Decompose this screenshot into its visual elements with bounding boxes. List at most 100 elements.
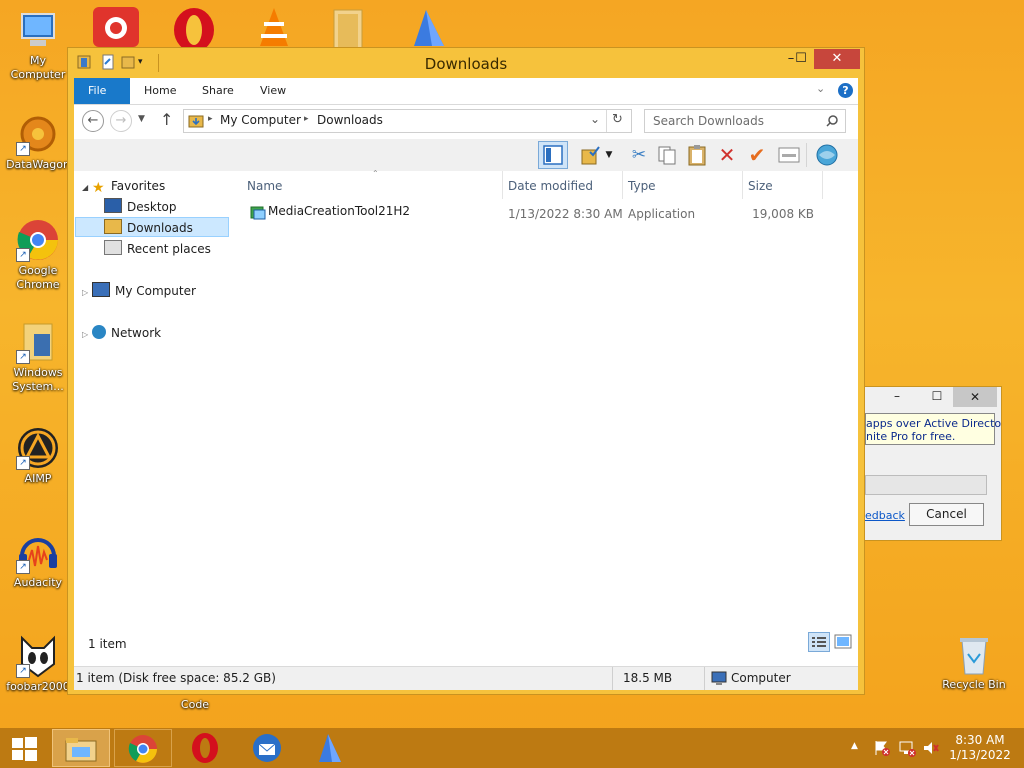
tab-view[interactable]: View: [246, 78, 300, 104]
expand-arrow-icon[interactable]: ▷: [82, 330, 88, 339]
my-computer-icon: [16, 8, 60, 52]
folder-options-chevron-icon[interactable]: ▼: [602, 143, 616, 167]
window-content: File Home Share View ⌄ ? ← → ▼ ↑ ▸ My Co…: [74, 78, 858, 690]
search-icon: [826, 115, 838, 130]
column-separator: [742, 171, 743, 199]
desktop-icon-vlc[interactable]: [250, 6, 298, 48]
title-bar[interactable]: ▾ Downloads – ☐ ✕: [68, 48, 864, 78]
expand-arrow-icon[interactable]: ▷: [82, 288, 88, 297]
breadcrumb-my-computer[interactable]: My Computer: [220, 113, 301, 127]
downloads-folder-icon: [104, 219, 122, 234]
dialog-feedback-link[interactable]: edback: [865, 509, 905, 522]
cut-icon[interactable]: ✂: [626, 143, 652, 167]
desktop-icon-datawagon[interactable]: ↗ DataWagon: [2, 112, 74, 172]
recycle-bin-icon: [952, 632, 996, 676]
taskbar-thunderbird[interactable]: [238, 729, 296, 767]
taskbar-opera[interactable]: [176, 729, 234, 767]
refresh-icon[interactable]: ↻: [612, 112, 623, 127]
forward-button[interactable]: →: [110, 110, 132, 132]
paste-icon[interactable]: [684, 143, 710, 167]
rename-check-icon[interactable]: ✔: [744, 143, 770, 167]
recent-locations-chevron-icon[interactable]: ▼: [138, 114, 145, 124]
maximize-button[interactable]: ☐: [788, 49, 814, 69]
globe-icon[interactable]: [814, 143, 840, 167]
nav-recent-places[interactable]: Recent places: [104, 239, 211, 259]
taskbar-file-explorer[interactable]: [52, 729, 110, 767]
opera-icon: [174, 8, 214, 52]
desktop-icon-windows-system[interactable]: ↗ Windows System...: [2, 320, 74, 394]
address-dropdown-chevron-icon[interactable]: ⌄: [590, 112, 600, 126]
back-button[interactable]: ←: [82, 110, 104, 132]
media-creation-tool-icon: [250, 206, 266, 220]
folder-options-button[interactable]: [578, 143, 604, 167]
up-button[interactable]: ↑: [160, 110, 173, 129]
file-date: 1/13/2022 8:30 AM: [508, 207, 623, 221]
dialog-minimize-button[interactable]: –: [887, 389, 907, 407]
breadcrumb-downloads[interactable]: Downloads: [317, 113, 383, 127]
desktop-icon-aimp[interactable]: ↗ AIMP: [2, 426, 74, 486]
desktop-icon-audacity[interactable]: ↗ Audacity: [2, 530, 74, 590]
datawagon-icon: ↗: [16, 112, 60, 156]
desktop-icon-label: Code: [180, 698, 210, 711]
network-icon: [91, 325, 106, 339]
column-separator: [822, 171, 823, 199]
taskbar-chrome[interactable]: [114, 729, 172, 767]
tab-share[interactable]: Share: [188, 78, 248, 104]
tab-home[interactable]: Home: [130, 78, 190, 104]
column-header-type[interactable]: Type: [628, 176, 656, 196]
properties-toolbar-icon[interactable]: [776, 143, 802, 167]
nav-favorites-label: Favorites: [110, 179, 166, 193]
large-icons-view-button[interactable]: [834, 634, 852, 653]
dialog-cancel-button[interactable]: Cancel: [909, 503, 984, 526]
details-view-button[interactable]: [808, 632, 830, 652]
expand-ribbon-chevron-icon[interactable]: ⌄: [816, 82, 825, 95]
nav-network-label: Network: [110, 326, 162, 340]
tab-file[interactable]: File: [74, 78, 130, 104]
item-count: 1 item: [88, 637, 127, 651]
desktop-icon-recycle-bin[interactable]: Recycle Bin: [938, 632, 1010, 692]
dialog-close-button[interactable]: ✕: [953, 387, 997, 407]
start-button[interactable]: [0, 729, 48, 767]
desktop-icon-gimp[interactable]: [92, 6, 140, 48]
nav-favorites[interactable]: ◢ ★ Favorites: [82, 176, 165, 196]
column-header-size[interactable]: Size: [748, 176, 773, 196]
nav-downloads[interactable]: Downloads: [104, 218, 193, 238]
desktop-icon-my-computer[interactable]: My Computer: [2, 8, 74, 82]
desktop-icon-folder[interactable]: [326, 6, 374, 49]
column-header-date[interactable]: Date modified: [508, 176, 593, 196]
desktop-icon-opera[interactable]: [170, 6, 218, 52]
file-type: Application: [628, 207, 696, 221]
desktop-icon-label: Audacity: [13, 576, 63, 589]
help-icon[interactable]: ?: [838, 83, 853, 98]
file-list: ⌃ Name Date modified Type Size MediaCrea…: [244, 169, 858, 626]
dialog-maximize-button[interactable]: ☐: [927, 389, 947, 407]
file-size: 19,008 KB: [752, 207, 814, 221]
preview-pane-button[interactable]: [538, 141, 568, 169]
search-input[interactable]: Search Downloads: [644, 109, 846, 133]
nav-my-computer[interactable]: ▷ My Computer: [82, 281, 196, 301]
details-view-icon: [812, 637, 826, 647]
desktop-icon-app[interactable]: [404, 6, 452, 48]
volume-muted-icon[interactable]: [922, 739, 940, 760]
delete-icon[interactable]: ✕: [714, 143, 740, 167]
thunderbird-icon: [253, 734, 281, 762]
desktop-icon-foobar[interactable]: ↗ foobar2000: [2, 634, 74, 694]
column-header-name[interactable]: Name: [247, 176, 282, 196]
desktop-icon-code[interactable]: Code: [159, 698, 231, 712]
desktop-icon: [104, 198, 122, 213]
collapse-arrow-icon[interactable]: ◢: [82, 183, 88, 192]
file-explorer-icon: [65, 738, 97, 762]
nav-network[interactable]: ▷ Network: [82, 323, 161, 343]
nav-desktop[interactable]: Desktop: [104, 197, 177, 217]
desktop-icon-chrome[interactable]: ↗ Google Chrome: [2, 218, 74, 292]
copy-icon[interactable]: [654, 143, 680, 167]
close-button[interactable]: ✕: [814, 49, 860, 69]
clock-date: 1/13/2022: [949, 748, 1011, 762]
system-clock[interactable]: 8:30 AM 1/13/2022: [948, 733, 1012, 763]
show-hidden-icons-button[interactable]: ▲: [851, 741, 858, 751]
action-center-icon[interactable]: [873, 739, 891, 760]
network-status-icon[interactable]: [898, 739, 916, 760]
taskbar-crystal-app[interactable]: [300, 729, 358, 767]
address-bar[interactable]: ▸ My Computer ▸ Downloads ⌄ ↻: [183, 109, 632, 133]
desktop-icon-label: foobar2000: [6, 680, 70, 693]
